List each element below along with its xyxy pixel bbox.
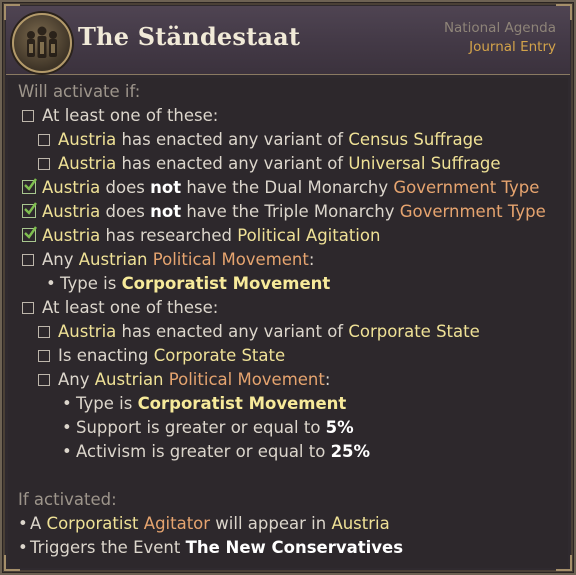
condition-line: Is enacting Corporate State (38, 344, 285, 368)
tooltip-body: Will activate if: At least one of these:… (8, 78, 568, 568)
checkmark-icon (22, 226, 37, 242)
journal-subtitle: National Agenda Journal Entry (444, 19, 556, 57)
unchecked-box-icon (38, 350, 50, 362)
condition-line: • Type is Corporatist Movement (62, 392, 346, 416)
bullet-icon: • (62, 442, 72, 461)
bullet-icon: • (18, 538, 28, 557)
standestaat-emblem-icon (12, 13, 72, 73)
effect-line: • Triggers the Event The New Conservative… (18, 536, 403, 560)
condition-line: Austria has enacted any variant of Corpo… (38, 320, 480, 344)
unchecked-box-icon (38, 158, 50, 170)
unchecked-box-icon (38, 326, 50, 338)
effects-heading: If activated: (18, 490, 117, 509)
bullet-icon: • (18, 514, 28, 533)
condition-line: Austria does not have the Dual Monarchy … (22, 176, 539, 200)
bullet-icon: • (62, 418, 72, 437)
condition-line: Any Austrian Political Movement: (22, 248, 314, 272)
unchecked-box-icon (22, 254, 34, 266)
condition-line: Austria has enacted any variant of Censu… (38, 128, 483, 152)
journal-title: The Ständestaat (78, 22, 301, 51)
journal-entry-type: Journal Entry (469, 39, 556, 55)
unchecked-box-icon (22, 110, 34, 122)
journal-entry-tooltip: The Ständestaat National Agenda Journal … (0, 0, 576, 575)
condition-line: • Support is greater or equal to 5% (62, 416, 354, 440)
conditions-heading: Will activate if: (18, 82, 141, 101)
bullet-icon: • (62, 394, 72, 413)
effect-line: • A Corporatist Agitator will appear in A… (18, 512, 390, 536)
condition-line: Austria has researched Political Agitati… (22, 224, 380, 248)
checkmark-icon (22, 178, 37, 194)
condition-line: • Activism is greater or equal to 25% (62, 440, 370, 464)
journal-category: National Agenda (443, 20, 556, 36)
unchecked-box-icon (38, 134, 50, 146)
condition-line: • Type is Corporatist Movement (46, 272, 330, 296)
condition-line: At least one of these: (22, 296, 218, 320)
unchecked-box-icon (38, 374, 50, 386)
condition-line: Austria does not have the Triple Monarch… (22, 200, 546, 224)
condition-line: Any Austrian Political Movement: (38, 368, 330, 392)
condition-line: At least one of these: (22, 104, 218, 128)
tooltip-header: The Ständestaat National Agenda Journal … (6, 6, 570, 75)
bullet-icon: • (46, 274, 56, 293)
unchecked-box-icon (22, 302, 34, 314)
checkmark-icon (22, 202, 37, 218)
condition-line: Austria has enacted any variant of Unive… (38, 152, 501, 176)
